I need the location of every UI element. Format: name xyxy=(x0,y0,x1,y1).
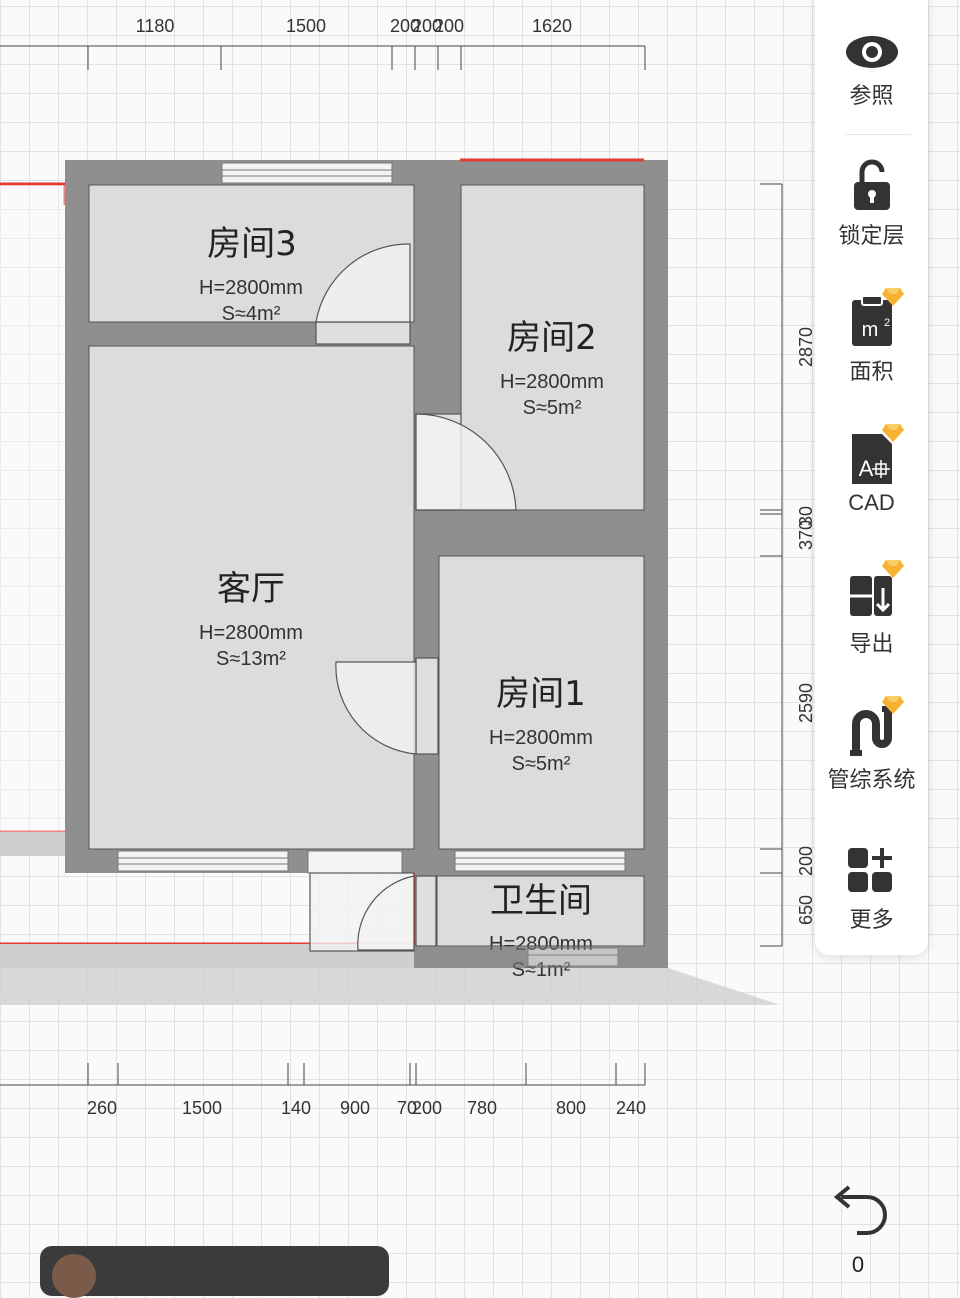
room-height: H=2800mm xyxy=(500,371,604,393)
pipe-system-label: 管综系统 xyxy=(827,768,916,793)
premium-gem-icon xyxy=(881,288,904,306)
undo-count: 0 xyxy=(851,1252,865,1277)
dim-bottom-1: 260 xyxy=(87,1098,117,1118)
dim-top-6: 1620 xyxy=(532,16,572,36)
export-button[interactable]: 导出 xyxy=(815,560,928,658)
export-icon xyxy=(844,560,904,622)
lock-layer-label: 锁定层 xyxy=(838,224,905,249)
dim-bottom-9: 240 xyxy=(616,1098,646,1118)
room-area: S≈13m² xyxy=(216,648,286,670)
room-height: H=2800mm xyxy=(199,622,303,644)
room-area: S≈5m² xyxy=(523,397,582,419)
dim-right-3: 370 xyxy=(796,520,816,550)
premium-gem-icon xyxy=(881,424,904,442)
dim-bottom-2: 1500 xyxy=(182,1098,222,1118)
svg-text:2: 2 xyxy=(884,317,890,329)
eye-icon xyxy=(844,28,900,84)
cad-file-icon: A xyxy=(844,424,904,486)
area-label: 面积 xyxy=(849,360,894,385)
premium-gem-icon xyxy=(881,560,904,578)
pipe-system-button[interactable]: 管综系统 xyxy=(815,696,928,794)
dim-top-1: 1180 xyxy=(136,16,175,36)
bottom-panel[interactable] xyxy=(40,1246,389,1298)
undo-button[interactable]: 0 xyxy=(820,1185,896,1278)
reference-button[interactable]: 参照 xyxy=(815,28,928,110)
cad-button[interactable]: A CAD xyxy=(815,424,928,516)
svg-text:m: m xyxy=(861,319,878,341)
grid-plus-icon xyxy=(844,842,900,898)
more-button[interactable]: 更多 xyxy=(815,842,928,934)
room-name: 客厅 xyxy=(217,569,285,609)
dim-right-6: 650 xyxy=(796,895,816,925)
area-button[interactable]: m2 面积 xyxy=(815,288,928,386)
room-name: 房间2 xyxy=(507,318,597,358)
dim-bottom-6: 200 xyxy=(412,1098,442,1118)
dim-right-1: 2870 xyxy=(796,327,816,367)
dim-right-4: 2590 xyxy=(796,683,816,723)
room-area: S≈5m² xyxy=(512,753,571,775)
area-clipboard-icon: m2 xyxy=(844,288,904,350)
dim-top-5: 200 xyxy=(434,16,464,36)
pipe-icon xyxy=(844,696,904,758)
svg-text:A: A xyxy=(858,456,873,481)
dim-bottom-3: 140 xyxy=(281,1098,311,1118)
undo-icon xyxy=(833,1185,887,1235)
divider xyxy=(845,134,911,135)
dim-bottom-4: 900 xyxy=(340,1098,370,1118)
dim-bottom-8: 800 xyxy=(556,1098,586,1118)
export-label: 导出 xyxy=(849,632,894,657)
lock-layer-button[interactable]: 锁定层 xyxy=(815,158,928,250)
plan-shadow xyxy=(0,968,780,1005)
right-toolbar: 参照 锁定层 m2 面积 A CAD 导出 管综系统 更多 xyxy=(815,0,928,955)
more-label: 更多 xyxy=(849,908,894,933)
premium-gem-icon xyxy=(881,696,904,714)
dim-top-2: 1500 xyxy=(286,16,326,36)
dim-bottom-7: 780 xyxy=(467,1098,497,1118)
room-name: 房间1 xyxy=(496,674,586,714)
room-area: S≈4m² xyxy=(222,303,281,325)
unlock-icon xyxy=(844,158,900,214)
cad-label: CAD xyxy=(848,490,895,515)
room-height: H=2800mm xyxy=(489,727,593,749)
room-name: 卫生间 xyxy=(490,881,592,921)
room-name: 房间3 xyxy=(207,224,297,264)
dim-right-5: 200 xyxy=(796,846,816,876)
room-height: H=2800mm xyxy=(199,277,303,299)
avatar xyxy=(52,1254,96,1298)
